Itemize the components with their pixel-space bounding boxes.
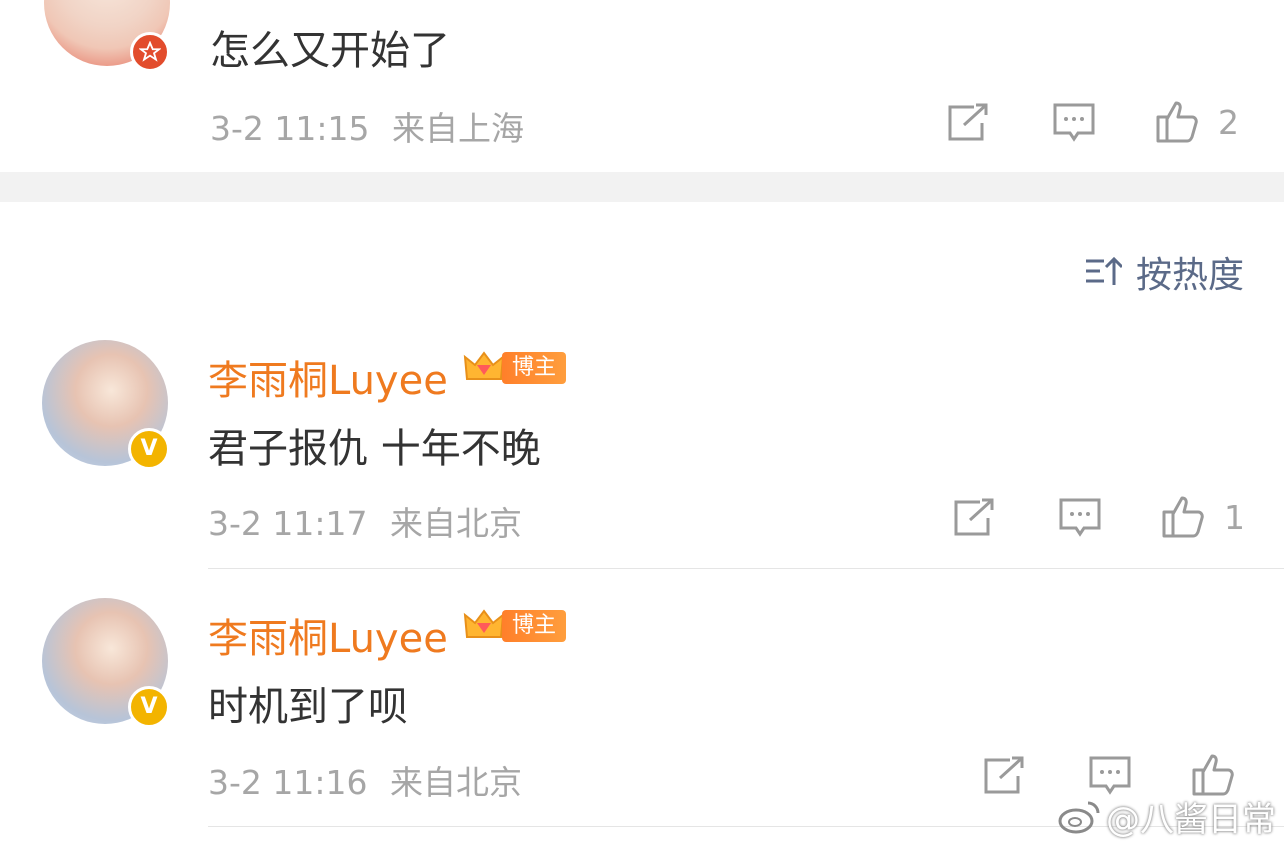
crown-icon bbox=[462, 348, 506, 388]
watermark: @八酱日常 bbox=[1058, 792, 1276, 841]
vip-star-badge-icon bbox=[130, 32, 170, 72]
comment-icon bbox=[1089, 756, 1131, 795]
sort-label: 按热度 bbox=[1136, 255, 1245, 296]
sort-by-hot-button[interactable]: 按热度 bbox=[1084, 246, 1244, 298]
comment-icon bbox=[1053, 103, 1095, 142]
share-icon bbox=[984, 756, 1024, 794]
verified-v-icon: V bbox=[128, 686, 170, 728]
comment-meta: 3-2 11:16 来自北京 bbox=[208, 756, 522, 804]
username[interactable]: 李雨桐Luyee bbox=[208, 348, 448, 406]
like-button[interactable] bbox=[1190, 750, 1238, 798]
section-divider bbox=[0, 172, 1284, 202]
comment-text: 时机到了呗 bbox=[208, 684, 408, 730]
comment-text: 君子报仇 十年不晚 bbox=[208, 426, 541, 472]
crown-icon bbox=[462, 606, 506, 646]
comment-meta: 3-2 11:15 来自上海 bbox=[210, 102, 524, 150]
like-button[interactable] bbox=[1154, 97, 1202, 145]
thumbs-up-icon bbox=[1156, 101, 1198, 143]
badge-label: 博主 bbox=[502, 352, 567, 384]
comment-location: 来自北京 bbox=[390, 763, 522, 802]
comment-meta: 3-2 11:17 来自北京 bbox=[208, 497, 522, 545]
comment-text: 怎么又开始了 bbox=[210, 28, 450, 74]
username[interactable]: 李雨桐Luyee bbox=[208, 606, 448, 664]
like-count: 1 bbox=[1224, 498, 1245, 537]
share-icon bbox=[948, 103, 988, 141]
blogger-badge: 博主 bbox=[462, 606, 567, 646]
comment-icon bbox=[1059, 498, 1101, 537]
comment-divider bbox=[208, 568, 1284, 569]
like-count: 2 bbox=[1218, 103, 1239, 142]
sort-icon bbox=[1086, 256, 1122, 285]
comment-time: 3-2 11:17 bbox=[208, 504, 368, 543]
comment-location: 来自上海 bbox=[392, 109, 524, 148]
share-icon bbox=[954, 498, 994, 536]
weibo-logo-icon bbox=[1058, 801, 1100, 833]
comment-time: 3-2 11:15 bbox=[210, 109, 370, 148]
reply-button[interactable] bbox=[1056, 494, 1104, 542]
repost-button[interactable] bbox=[950, 494, 998, 542]
thumbs-up-icon bbox=[1192, 754, 1234, 796]
like-button[interactable] bbox=[1160, 492, 1208, 540]
verified-v-icon: V bbox=[128, 428, 170, 470]
comment-location: 来自北京 bbox=[390, 504, 522, 543]
badge-label: 博主 bbox=[502, 610, 567, 642]
watermark-text: @八酱日常 bbox=[1106, 800, 1276, 840]
repost-button[interactable] bbox=[944, 99, 992, 147]
reply-button[interactable] bbox=[1050, 99, 1098, 147]
blogger-badge: 博主 bbox=[462, 348, 567, 388]
thumbs-up-icon bbox=[1162, 496, 1204, 538]
repost-button[interactable] bbox=[980, 752, 1028, 800]
comment-time: 3-2 11:16 bbox=[208, 763, 368, 802]
